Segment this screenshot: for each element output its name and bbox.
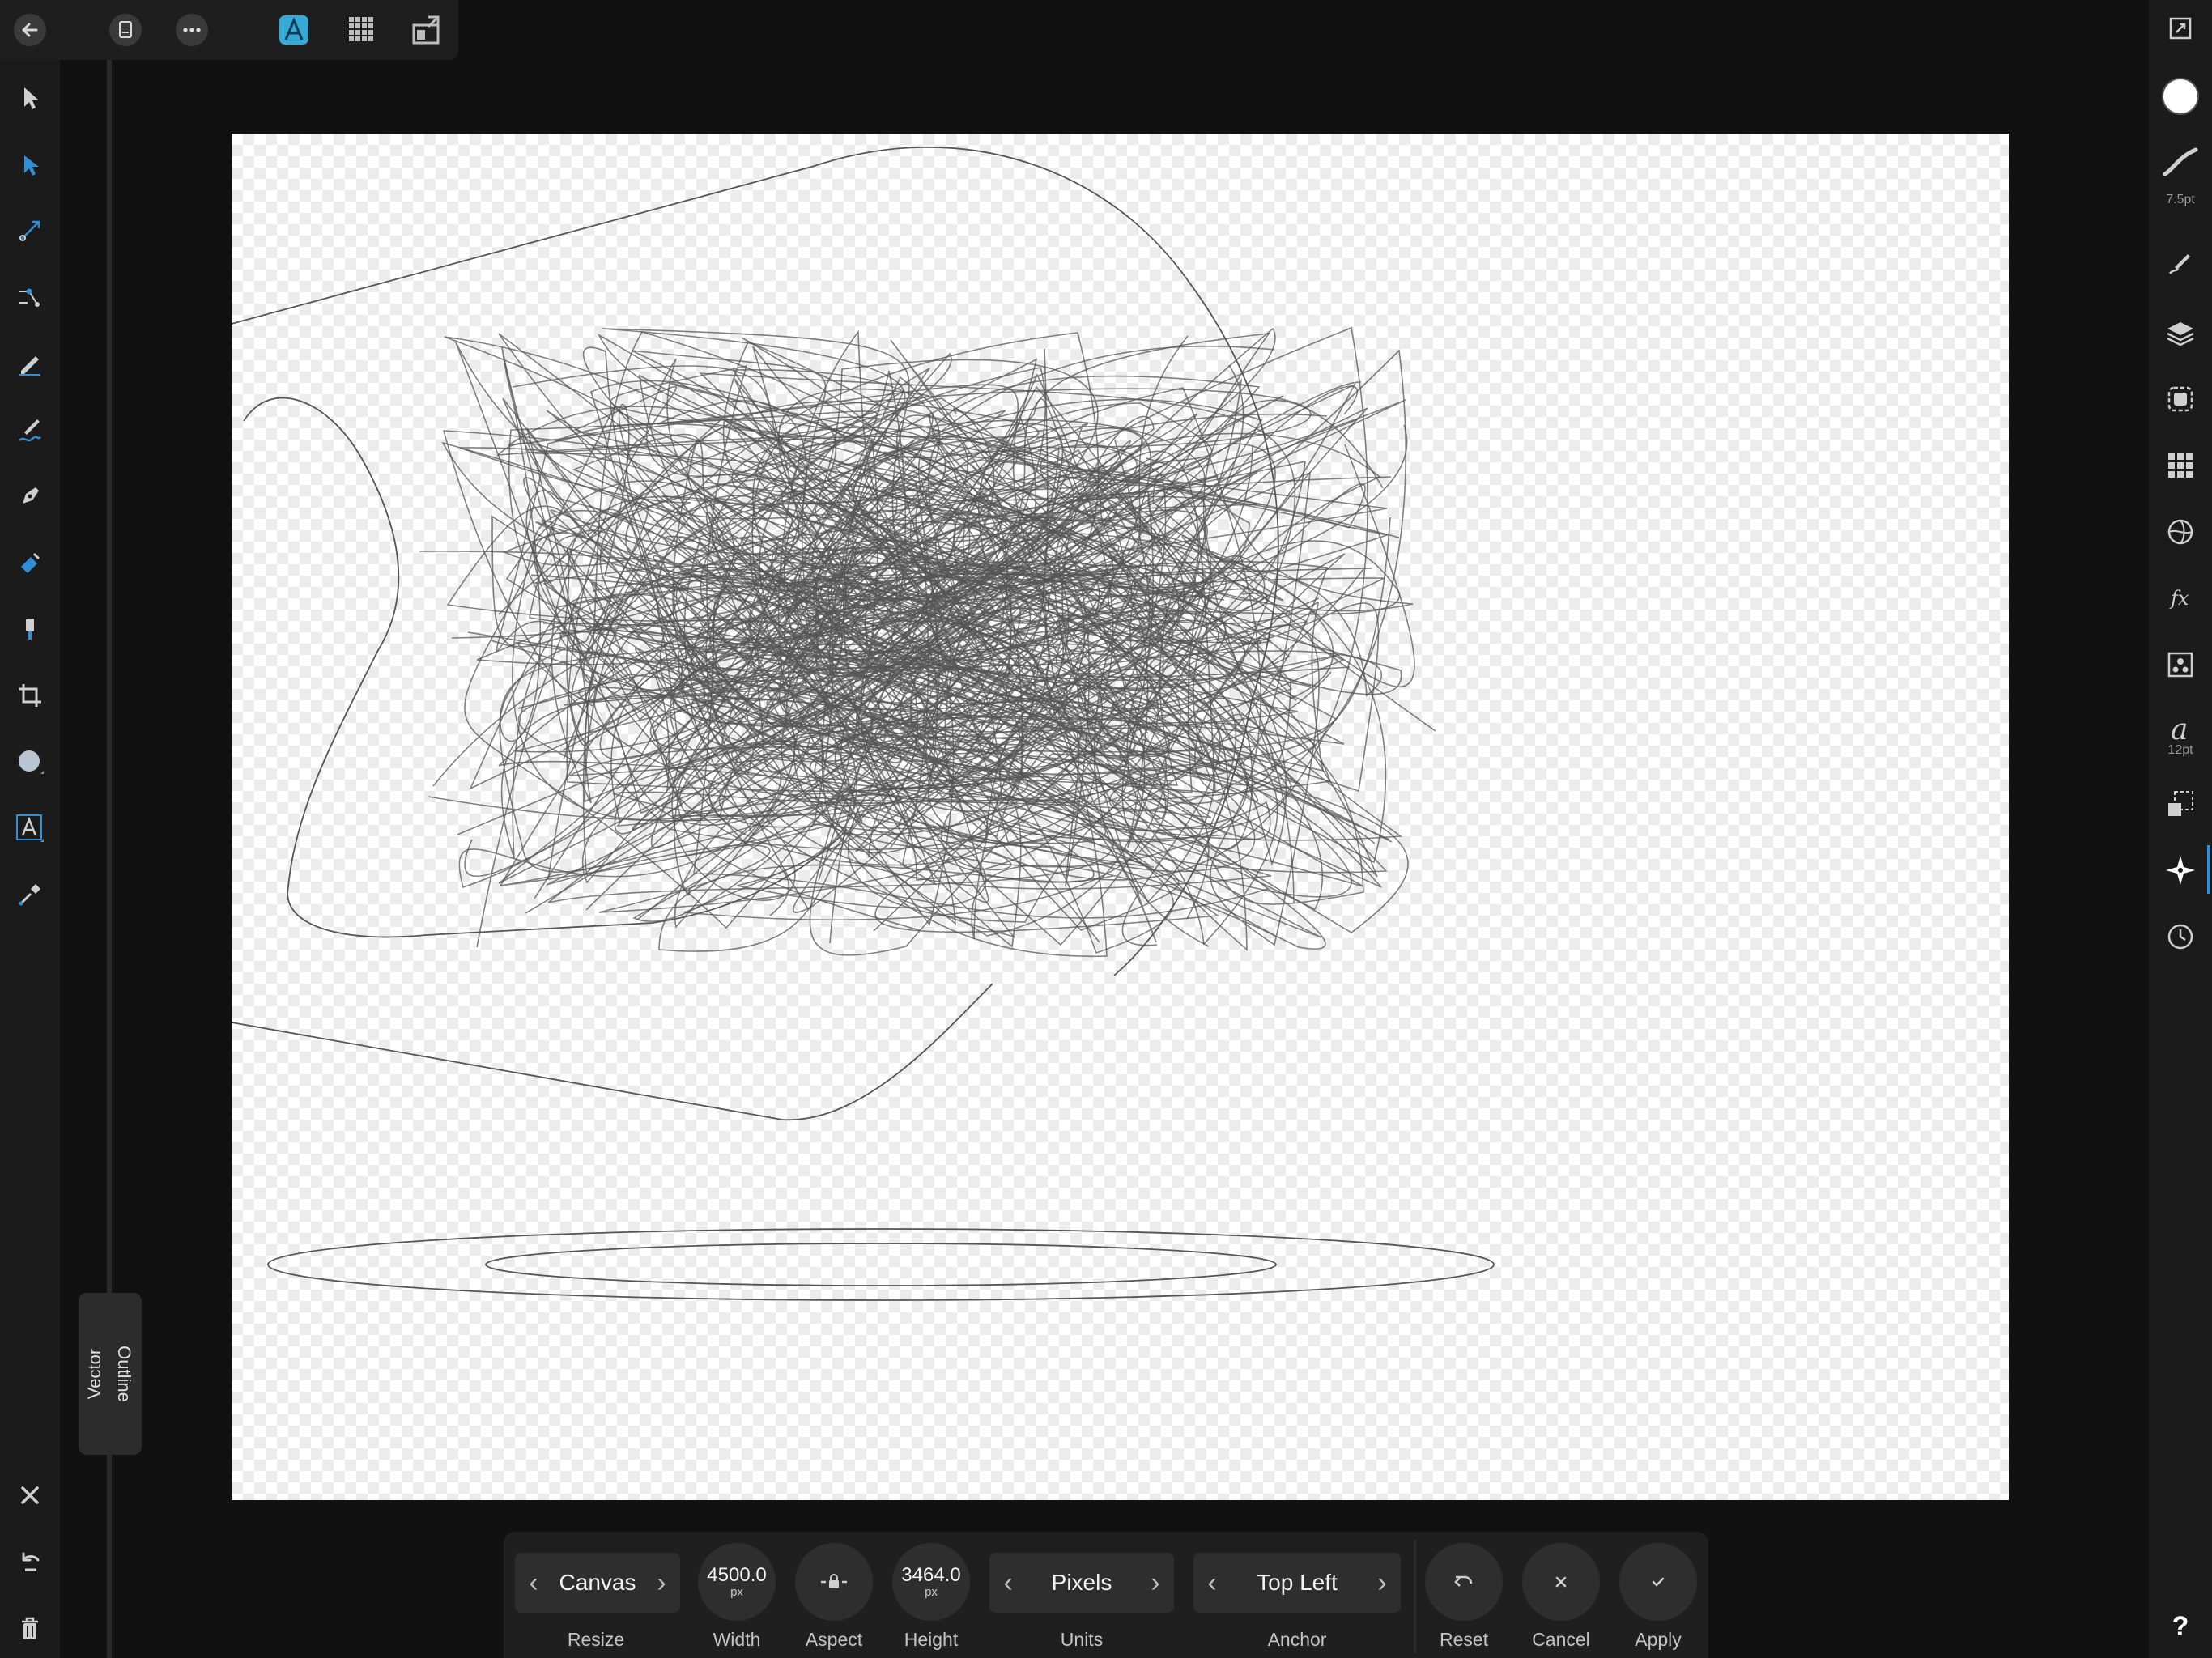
active-panel-indicator bbox=[2207, 845, 2210, 894]
point-transform-tool-icon[interactable] bbox=[6, 274, 53, 321]
trash-icon[interactable] bbox=[6, 1605, 53, 1652]
anchor-label: Anchor bbox=[1267, 1629, 1327, 1650]
width-value: 4500.0 bbox=[707, 1564, 767, 1586]
resize-label: Resize bbox=[567, 1629, 625, 1650]
reset-button[interactable] bbox=[1425, 1543, 1503, 1621]
undo-icon[interactable] bbox=[6, 1538, 53, 1585]
lock-icon bbox=[821, 1574, 847, 1588]
cancel-button[interactable] bbox=[1522, 1543, 1600, 1621]
document-icon[interactable] bbox=[104, 8, 147, 52]
brushes-icon[interactable] bbox=[2157, 240, 2204, 287]
color-swatch-icon[interactable] bbox=[2157, 73, 2204, 120]
back-icon[interactable] bbox=[8, 8, 52, 52]
designer-persona-icon[interactable] bbox=[272, 8, 316, 52]
height-unit: px bbox=[925, 1585, 938, 1599]
vector-outline-drawing bbox=[232, 146, 1495, 1301]
resize-mode-selector[interactable]: ‹ Canvas › bbox=[515, 1553, 680, 1613]
resize-document-panel: ‹ Canvas › Resize 4500.0 px Width Aspect… bbox=[504, 1532, 1708, 1658]
appearance-icon[interactable] bbox=[2157, 376, 2204, 423]
units-label: Units bbox=[1060, 1629, 1104, 1650]
width-dial[interactable]: 4500.0 px bbox=[698, 1543, 776, 1621]
fullscreen-icon[interactable] bbox=[2157, 5, 2204, 52]
height-dial[interactable]: 3464.0 px bbox=[892, 1543, 970, 1621]
chevron-left-icon[interactable]: ‹ bbox=[998, 1553, 1019, 1613]
export-persona-icon[interactable] bbox=[405, 8, 449, 52]
ellipse-tool-icon[interactable] bbox=[6, 738, 53, 785]
chevron-right-icon[interactable]: › bbox=[651, 1553, 672, 1613]
color-picker-tool-icon[interactable] bbox=[6, 871, 53, 918]
pen-tool-icon[interactable] bbox=[6, 473, 53, 520]
checkmark-icon bbox=[1652, 1577, 1665, 1587]
resize-mode-value: Canvas bbox=[559, 1570, 636, 1595]
units-value: Pixels bbox=[1051, 1570, 1112, 1595]
node-tool-icon[interactable] bbox=[6, 141, 53, 188]
vector-brush-tool-icon[interactable] bbox=[6, 406, 53, 453]
reset-label: Reset bbox=[1439, 1629, 1489, 1650]
aspect-label: Aspect bbox=[805, 1629, 863, 1650]
chevron-right-icon[interactable]: › bbox=[1145, 1553, 1166, 1613]
text-size-value: 12pt bbox=[2167, 743, 2193, 757]
stroke-width-value: 7.5pt bbox=[2166, 193, 2195, 206]
text-tool-icon[interactable] bbox=[6, 805, 53, 852]
document-canvas[interactable] bbox=[232, 134, 2009, 1500]
fill-tool-icon[interactable] bbox=[6, 539, 53, 586]
stroke-width-icon[interactable] bbox=[2157, 138, 2204, 185]
pencil-tool-icon[interactable] bbox=[6, 340, 53, 387]
navigator-icon[interactable] bbox=[2157, 847, 2204, 894]
chevron-left-icon[interactable]: ‹ bbox=[523, 1553, 544, 1613]
svg-text:fx: fx bbox=[2169, 587, 2189, 610]
move-tool-icon[interactable] bbox=[6, 74, 53, 121]
styles-icon[interactable] bbox=[2157, 641, 2204, 688]
close-icon bbox=[1555, 1576, 1567, 1588]
corner-tool-icon[interactable] bbox=[6, 207, 53, 254]
anchor-selector[interactable]: ‹ Top Left › bbox=[1193, 1553, 1401, 1613]
outline-mode-label[interactable]: Outline bbox=[113, 1346, 134, 1402]
panel-divider bbox=[1414, 1540, 1416, 1653]
anchor-value: Top Left bbox=[1257, 1570, 1338, 1595]
more-icon[interactable] bbox=[170, 8, 214, 52]
color-wheel-icon[interactable] bbox=[2157, 508, 2204, 555]
transparency-tool-icon[interactable] bbox=[6, 606, 53, 653]
width-unit: px bbox=[730, 1585, 743, 1599]
chevron-left-icon[interactable]: ‹ bbox=[1202, 1553, 1223, 1613]
chevron-right-icon[interactable]: › bbox=[1372, 1553, 1393, 1613]
height-value: 3464.0 bbox=[901, 1564, 961, 1586]
pixel-persona-icon[interactable] bbox=[340, 8, 384, 52]
view-mode-toggle[interactable]: Vector Outline bbox=[79, 1293, 142, 1455]
history-icon[interactable] bbox=[2157, 913, 2204, 960]
studio-panel: 7.5pt fx a 12pt bbox=[2149, 0, 2212, 1658]
units-selector[interactable]: ‹ Pixels › bbox=[989, 1553, 1174, 1613]
height-label: Height bbox=[904, 1629, 959, 1650]
apply-label: Apply bbox=[1635, 1629, 1682, 1650]
aspect-lock-button[interactable] bbox=[795, 1543, 873, 1621]
width-label: Width bbox=[713, 1629, 761, 1650]
apply-button[interactable] bbox=[1619, 1543, 1697, 1621]
crop-tool-icon[interactable] bbox=[6, 672, 53, 719]
effects-icon[interactable]: fx bbox=[2157, 575, 2204, 622]
transform-icon[interactable] bbox=[2157, 780, 2204, 827]
vector-mode-label[interactable]: Vector bbox=[84, 1349, 105, 1399]
layers-icon[interactable] bbox=[2157, 309, 2204, 356]
reset-icon bbox=[1454, 1575, 1473, 1587]
delete-icon[interactable] bbox=[6, 1472, 53, 1519]
tools-panel bbox=[0, 60, 60, 1658]
cancel-label: Cancel bbox=[1532, 1629, 1590, 1650]
swatches-icon[interactable] bbox=[2157, 442, 2204, 489]
top-toolbar bbox=[0, 0, 458, 60]
svg-text:a: a bbox=[2171, 713, 2188, 746]
help-button[interactable]: ? bbox=[2162, 1608, 2199, 1645]
